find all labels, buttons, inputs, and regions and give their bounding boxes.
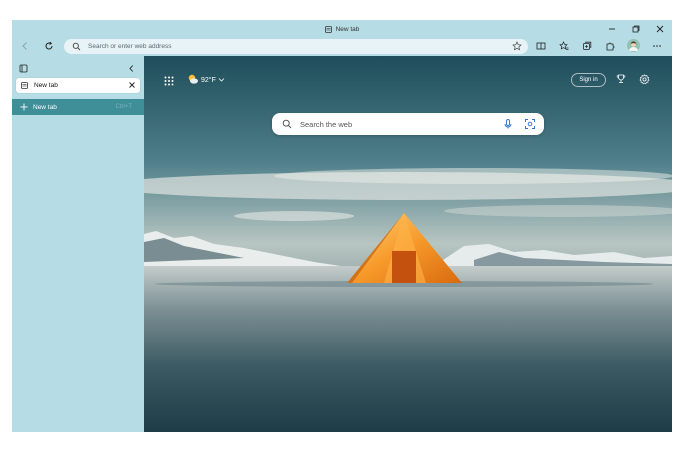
chevron-down-icon — [218, 76, 225, 85]
address-bar[interactable]: Search or enter web address — [64, 39, 528, 54]
new-tab-page: 92°F Sign in Search the web — [144, 56, 672, 432]
weather-temperature: 92°F — [201, 76, 216, 84]
visual-search-icon[interactable] — [524, 118, 536, 132]
page-icon — [21, 82, 28, 91]
back-icon[interactable] — [18, 39, 32, 53]
rewards-trophy-icon[interactable] — [616, 74, 626, 86]
title-bar: New tab — [12, 20, 672, 37]
refresh-icon[interactable] — [42, 39, 56, 53]
search-icon — [282, 119, 292, 131]
split-screen-icon[interactable] — [534, 39, 548, 53]
extensions-icon[interactable] — [603, 39, 617, 53]
new-tab-shortcut: Ctrl+T — [115, 103, 133, 110]
collections-icon[interactable] — [580, 39, 594, 53]
microphone-icon[interactable] — [502, 118, 514, 132]
tab-actions-icon[interactable] — [19, 64, 28, 75]
profile-avatar[interactable] — [627, 39, 640, 52]
search-placeholder: Search the web — [300, 120, 353, 129]
window-title-text: New tab — [335, 25, 360, 33]
more-icon[interactable] — [650, 39, 664, 53]
browser-window: New tab Search or enter web address New … — [12, 20, 672, 432]
close-window-button[interactable] — [648, 20, 672, 37]
collapse-chevron-icon[interactable] — [127, 64, 136, 75]
settings-gear-icon[interactable] — [639, 74, 650, 87]
weather-widget[interactable]: 92°F — [187, 74, 225, 86]
close-tab-icon[interactable] — [128, 81, 136, 91]
tab-label: New tab — [34, 82, 58, 89]
favorites-icon[interactable] — [557, 39, 571, 53]
restore-button[interactable] — [624, 20, 648, 37]
web-search-box[interactable]: Search the web — [272, 113, 544, 135]
new-tab-button[interactable]: New tab Ctrl+T — [12, 99, 144, 115]
plus-icon — [20, 103, 28, 113]
new-tab-label: New tab — [33, 103, 57, 111]
weather-icon — [187, 73, 199, 87]
vertical-tabs-sidebar: New tab New tab Ctrl+T — [12, 56, 144, 432]
favorite-star-icon[interactable] — [512, 41, 522, 53]
tab-new-tab[interactable]: New tab — [16, 78, 140, 93]
minimize-button[interactable] — [600, 20, 624, 37]
page-icon — [324, 25, 332, 33]
apps-grid-icon[interactable] — [164, 76, 174, 88]
address-placeholder: Search or enter web address — [88, 42, 172, 50]
window-title: New tab — [12, 24, 672, 34]
search-icon — [72, 42, 81, 53]
sign-in-button[interactable]: Sign in — [571, 73, 606, 87]
